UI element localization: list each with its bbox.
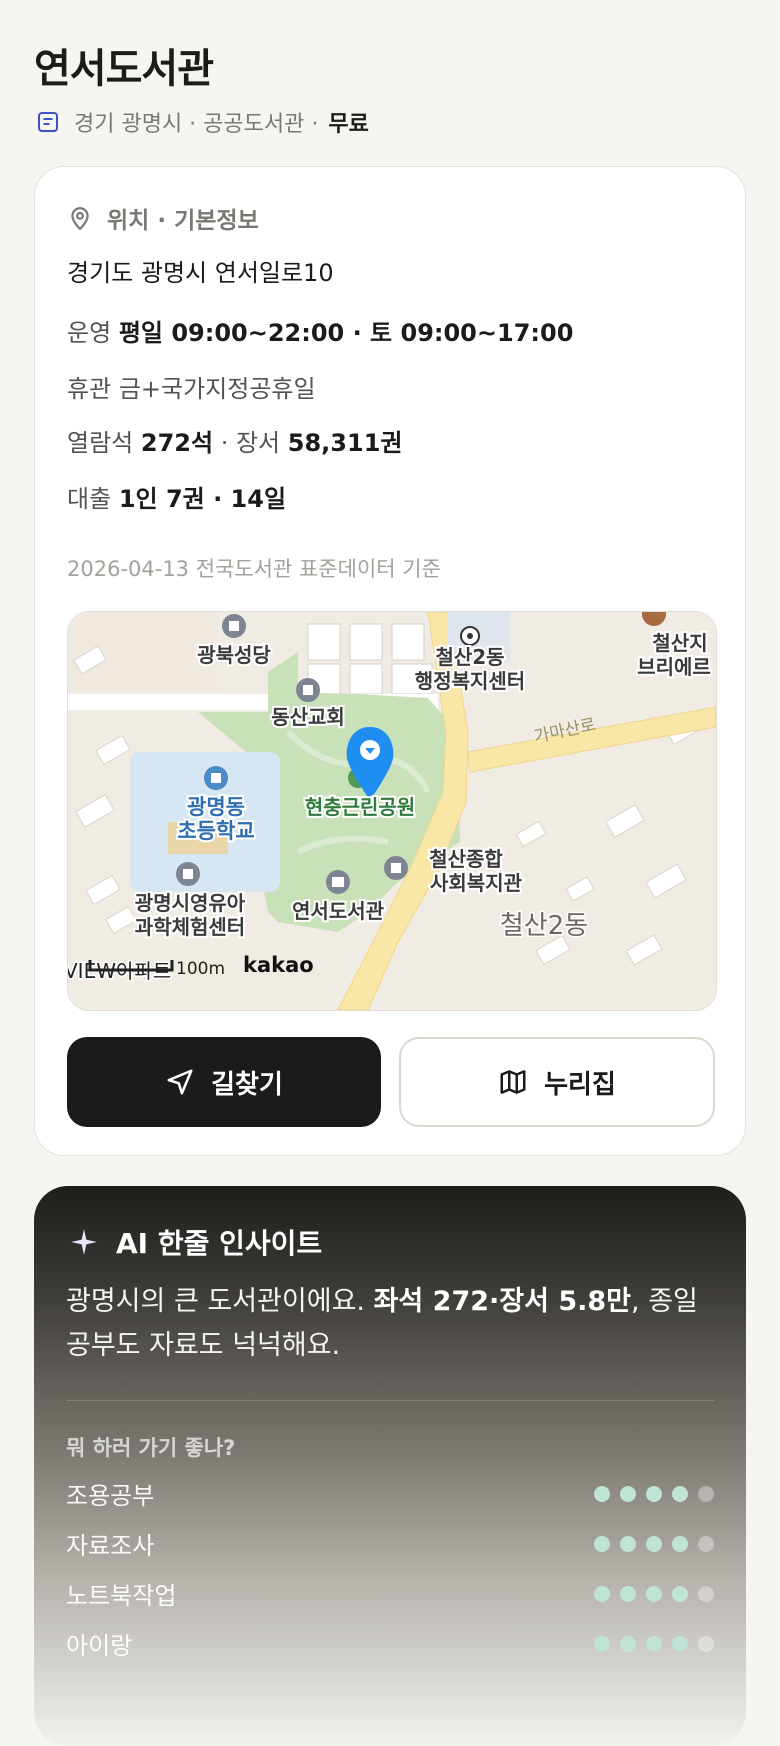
library-meta: 경기 광명시 · 공공도서관 · 무료 (36, 106, 369, 138)
svg-text:사회복지관: 사회복지관 (430, 871, 523, 895)
map-label-gwangbuk-church: 광북성당 (197, 643, 271, 667)
map-label-library: 연서도서관 (292, 899, 385, 923)
map-label-science-center: 광명시영유아 (135, 891, 246, 915)
score-dot-filled (646, 1485, 662, 1502)
navigation-arrow-icon (167, 1069, 193, 1095)
svg-text:초등학교: 초등학교 (177, 819, 254, 843)
score-dot-empty (698, 1635, 714, 1652)
ai-insight-card: AI 한줄 인사이트 광명시의 큰 도서관이에요. 좌석 272·장서 5.8만… (34, 1186, 746, 1746)
office-icon (460, 626, 480, 646)
activity-score-row: 조용공부 (66, 1476, 714, 1511)
map-label-dongsan-church: 동산교회 (271, 705, 345, 729)
score-dot-empty (698, 1585, 714, 1602)
divider (66, 1400, 714, 1401)
map-canvas[interactable]: 광북성당 철산2동 행정복지센터 철산지 브리에르 동산교회 현충근린공원 철산… (68, 612, 716, 1010)
map-label-park: 현충근린공원 (305, 795, 415, 819)
score-dot-filled (620, 1535, 636, 1552)
address: 경기도 광명시 연서일로10 (67, 259, 334, 287)
opening-hours: 운영 평일 09:00~22:00 · 토 09:00~17:00 (67, 319, 574, 347)
score-dot-filled (672, 1585, 688, 1602)
activity-score-row: 아이랑 (66, 1626, 714, 1661)
score-dot-filled (646, 1635, 662, 1652)
data-source-date: 2026-04-13 전국도서관 표준데이터 기준 (67, 557, 441, 581)
score-dots (584, 1485, 714, 1502)
svg-text:브리에르: 브리에르 (637, 655, 711, 679)
seats-and-books: 열람석 272석 · 장서 58,311권 (67, 429, 403, 457)
svg-text:과학체험센터: 과학체험센터 (135, 915, 245, 939)
closed-days: 휴관 금+국가지정공휴일 (67, 375, 316, 403)
score-dot-filled (594, 1535, 610, 1552)
score-dots (584, 1585, 714, 1602)
route-button[interactable]: 길찾기 (67, 1037, 381, 1127)
school-icon (204, 766, 228, 790)
score-dot-filled (594, 1485, 610, 1502)
building-icon (176, 862, 200, 886)
church-icon (296, 678, 320, 702)
score-dot-empty (698, 1535, 714, 1552)
map-icon (500, 1070, 526, 1094)
activity-score-row: 노트북작업 (66, 1576, 714, 1611)
score-dot-filled (646, 1585, 662, 1602)
location-map[interactable]: 광북성당 철산2동 행정복지센터 철산지 브리에르 동산교회 현충근린공원 철산… (67, 611, 717, 1011)
score-dot-filled (672, 1635, 688, 1652)
map-label-school: 광명동 (187, 795, 245, 819)
score-dot-filled (620, 1485, 636, 1502)
svg-text:100m: 100m (176, 959, 225, 979)
document-icon (38, 112, 58, 132)
activity-score-row: 자료조사 (66, 1526, 714, 1561)
map-provider-logo: kakao (243, 953, 314, 977)
activity-question: 뭐 하러 가기 좋나? (66, 1436, 236, 1460)
svg-text:행정복지센터: 행정복지센터 (415, 669, 525, 693)
library-region-type: 경기 광명시 · 공공도서관 · (74, 112, 319, 137)
map-label-district: 철산2동 (500, 911, 588, 941)
ai-insight-header: AI 한줄 인사이트 (70, 1222, 322, 1262)
score-dots (584, 1535, 714, 1552)
score-dot-filled (672, 1535, 688, 1552)
location-pin-icon (71, 207, 89, 231)
location-section-header: 위치 · 기본정보 (67, 201, 259, 235)
fee-badge: 무료 (328, 112, 369, 137)
score-dot-empty (698, 1485, 714, 1502)
score-dot-filled (672, 1485, 688, 1502)
sparkle-icon (71, 1229, 97, 1255)
score-dot-filled (620, 1585, 636, 1602)
score-dots (584, 1635, 714, 1652)
library-map-icon (326, 870, 350, 894)
page-title: 연서도서관 (34, 46, 214, 92)
loan-policy: 대출 1인 7권 · 14일 (67, 485, 287, 513)
map-label-cheolsan-ji: 철산지 (652, 631, 707, 655)
map-label-welfare: 철산종합 (429, 847, 503, 871)
map-label-cheolsan2-office: 철산2동 (435, 645, 504, 669)
score-dot-filled (620, 1635, 636, 1652)
score-dot-filled (594, 1585, 610, 1602)
church-icon (222, 614, 246, 638)
score-dot-filled (594, 1635, 610, 1652)
website-button[interactable]: 누리집 (399, 1037, 715, 1127)
location-info-card: 위치 · 기본정보 경기도 광명시 연서일로10 운영 평일 09:00~22:… (34, 166, 746, 1156)
score-dot-filled (646, 1535, 662, 1552)
building-icon (384, 856, 408, 880)
ai-insight-text: 광명시의 큰 도서관이에요. 좌석 272·장서 5.8만, 종일 공부도 자료… (66, 1286, 698, 1361)
